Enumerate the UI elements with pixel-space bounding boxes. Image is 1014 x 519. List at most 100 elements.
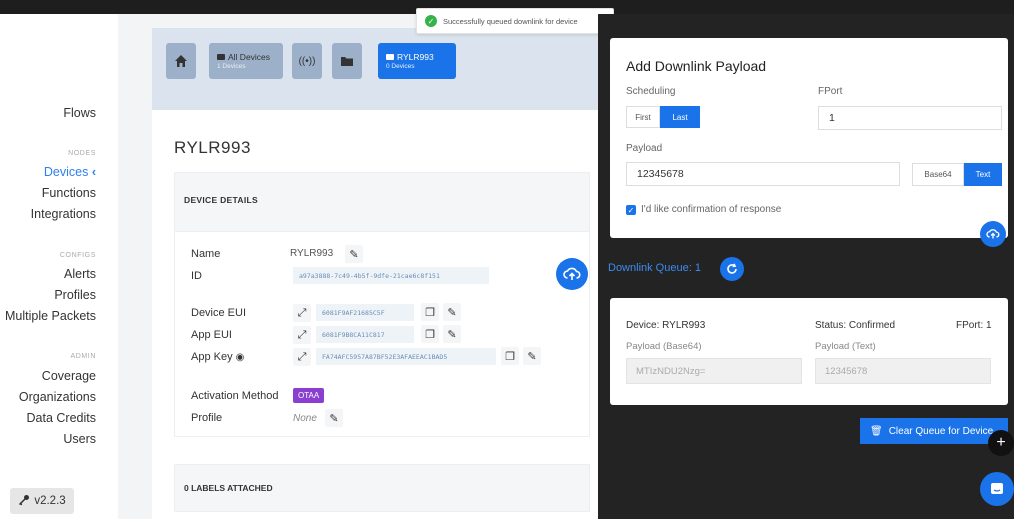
dev-eui-value: 6081F9AF21685C5F (316, 304, 414, 321)
downlink-queue-label: Downlink Queue: 1 (608, 262, 701, 274)
trash-icon: 🗑 (870, 425, 883, 437)
chat-button[interactable] (980, 472, 1014, 506)
name-label: Name (191, 248, 221, 260)
expand-icon: ⤢ (297, 328, 307, 341)
chevron-left-icon: ‹ (91, 165, 96, 179)
expand-icon: ⤢ (297, 350, 307, 363)
id-label: ID (191, 270, 202, 282)
page-title: RYLR993 (174, 138, 251, 157)
queue-device: Device: RYLR993 (626, 320, 706, 331)
fport-label: FPort (818, 86, 843, 97)
queue-status: Status: Confirmed (815, 320, 896, 331)
payload-input[interactable]: 12345678 (626, 162, 900, 186)
folder-icon (341, 57, 353, 66)
queue-payload-b64-value: MTIzNDU2Nzg= (626, 358, 802, 384)
id-value: a97a3888-7c49-4b5f-9dfe-21cae6c8f151 (293, 267, 489, 284)
breadcrumb-current-label: RYLR993 (397, 51, 434, 62)
sidebar-item-profiles[interactable]: Profiles (54, 288, 96, 302)
cloud-upload-icon (563, 267, 581, 280)
refresh-queue-button[interactable] (720, 257, 744, 281)
radio-signal-button[interactable]: ((•)) (292, 43, 322, 79)
edit-dev-eui-button[interactable]: ✎ (443, 303, 461, 321)
toast-message: Successfully queued downlink for device (443, 16, 578, 26)
plus-icon: + (996, 434, 1006, 451)
clear-queue-button[interactable]: 🗑 Clear Queue for Device (860, 418, 1008, 444)
expand-dev-eui-button[interactable]: ⤢ (293, 304, 311, 322)
clear-queue-label: Clear Queue for Device (888, 425, 994, 437)
breadcrumb-all-devices-count: 1 Devices (217, 62, 246, 70)
queue-downlink-button[interactable] (980, 221, 1006, 247)
edit-app-eui-button[interactable]: ✎ (443, 325, 461, 343)
expand-app-eui-button[interactable]: ⤢ (293, 326, 311, 344)
folder-icon (217, 53, 225, 60)
expand-app-key-button[interactable]: ⤢ (293, 348, 311, 366)
sidebar-item-alerts[interactable]: Alerts (64, 267, 96, 281)
queue-item-card: Device: RYLR993 Status: Confirmed FPort:… (610, 298, 1008, 405)
home-icon (175, 55, 187, 67)
device-details-header: DEVICE DETAILS (174, 172, 590, 232)
edit-app-key-button[interactable]: ✎ (523, 347, 541, 365)
downlink-title: Add Downlink Payload (626, 58, 767, 74)
sidebar-section-nodes: NODES (68, 150, 96, 157)
expand-icon: ⤢ (297, 306, 307, 319)
sidebar-item-functions[interactable]: Functions (42, 186, 96, 200)
edit-name-button[interactable]: ✎ (345, 245, 363, 263)
sidebar-item-devices-label: Devices (43, 165, 89, 179)
profile-label: Profile (191, 412, 223, 424)
add-button[interactable]: + (988, 430, 1014, 456)
version-badge: v2.2.3 (10, 488, 74, 514)
copy-icon: ❐ (425, 306, 435, 319)
payload-text-button[interactable]: Text (964, 163, 1002, 186)
sidebar-item-organizations[interactable]: Organizations (19, 390, 96, 404)
name-value: RYLR993 (290, 248, 334, 259)
sidebar-item-data-credits[interactable]: Data Credits (27, 411, 96, 425)
activation-label: Activation Method (191, 390, 279, 402)
queue-payload-text-value: 12345678 (815, 358, 991, 384)
refresh-icon (727, 263, 737, 274)
sidebar-item-devices[interactable]: Devices ‹ (44, 165, 96, 179)
labels-header-title: 0 LABELS ATTACHED (184, 483, 273, 493)
sidebar-gutter (118, 14, 142, 519)
sidebar-item-users[interactable]: Users (63, 432, 96, 446)
sidebar-item-integrations[interactable]: Integrations (31, 207, 96, 221)
copy-dev-eui-button[interactable]: ❐ (421, 303, 439, 321)
pencil-icon: ✎ (329, 412, 339, 425)
sidebar-section-configs: CONFIGS (59, 252, 96, 259)
radio-signal-icon: ((•)) (298, 55, 316, 67)
confirmation-label: I'd like confirmation of response (641, 204, 782, 215)
breadcrumb-all-devices[interactable]: All Devices 1 Devices (209, 43, 283, 79)
cloud-upload-icon (986, 229, 1000, 239)
eye-icon[interactable]: ◉ (236, 352, 245, 363)
scheduling-first-button[interactable]: First (626, 106, 660, 128)
payload-base64-button[interactable]: Base64 (912, 163, 964, 186)
downlink-button[interactable] (556, 258, 588, 290)
folder-button[interactable] (332, 43, 362, 79)
sidebar-section-admin: ADMIN (70, 353, 96, 360)
fport-input[interactable]: 1 (818, 106, 1002, 130)
edit-profile-button[interactable]: ✎ (325, 409, 343, 427)
downlink-panel: Add Downlink Payload Scheduling First La… (598, 14, 1014, 519)
scheduling-last-button[interactable]: Last (660, 106, 700, 128)
toast-notification: ✓ Successfully queued downlink for devic… (416, 8, 614, 34)
sidebar: Flows NODES Devices ‹ Functions Integrat… (0, 14, 118, 519)
activation-badge: OTAA (293, 388, 325, 403)
home-button[interactable] (166, 43, 196, 79)
device-details-title: DEVICE DETAILS (184, 195, 258, 205)
pencil-icon: ✎ (447, 328, 457, 341)
breadcrumb-current-device[interactable]: RYLR993 0 Devices (378, 43, 456, 79)
confirmation-checkbox[interactable]: ✓ (626, 205, 636, 215)
breadcrumb-all-devices-label: All Devices (228, 51, 271, 62)
breadcrumb-current-count: 0 Devices (386, 62, 415, 70)
profile-value: None (293, 413, 317, 424)
device-main: All Devices 1 Devices ((•)) RYLR993 0 De… (142, 14, 600, 519)
folder-icon (386, 53, 394, 60)
sidebar-item-multiple-packets[interactable]: Multiple Packets (5, 309, 96, 323)
chat-icon (991, 483, 1003, 494)
copy-app-eui-button[interactable]: ❐ (421, 325, 439, 343)
sidebar-item-coverage[interactable]: Coverage (42, 369, 96, 383)
downlink-form: Add Downlink Payload Scheduling First La… (610, 38, 1008, 238)
check-circle-icon: ✓ (425, 15, 437, 27)
app-key-label-text: App Key (191, 351, 233, 363)
sidebar-item-flows[interactable]: Flows (63, 106, 96, 120)
copy-app-key-button[interactable]: ❐ (501, 347, 519, 365)
